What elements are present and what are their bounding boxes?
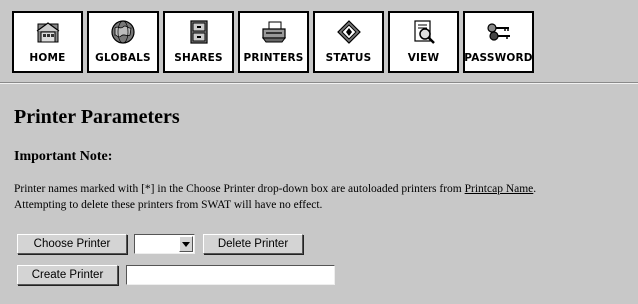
divider bbox=[0, 82, 638, 84]
nav-home-label: HOME bbox=[29, 52, 66, 64]
printcap-name-link[interactable]: Printcap Name bbox=[465, 183, 534, 195]
printer-icon bbox=[259, 18, 289, 46]
page-title: Printer Parameters bbox=[14, 106, 180, 128]
delete-printer-button[interactable]: Delete Printer bbox=[203, 234, 303, 254]
nav-globals-button[interactable]: GLOBALS bbox=[87, 11, 159, 73]
nav-view-label: VIEW bbox=[407, 52, 440, 64]
globe-icon bbox=[108, 18, 138, 46]
nav-password-button[interactable]: PASSWORD bbox=[463, 11, 534, 73]
create-printer-name-input[interactable] bbox=[126, 265, 335, 285]
nav-printers-label: PRINTERS bbox=[243, 52, 304, 64]
note-text: Printer names marked with [*] in the Cho… bbox=[14, 181, 624, 213]
diamond-icon bbox=[334, 18, 364, 46]
create-printer-button[interactable]: Create Printer bbox=[17, 265, 118, 285]
nav-home-button[interactable]: HOME bbox=[12, 11, 83, 73]
nav-bar: HOME GLOBALS SHARES PRINTERS STATUS VIEW… bbox=[12, 11, 538, 73]
nav-status-label: STATUS bbox=[325, 52, 372, 64]
nav-globals-label: GLOBALS bbox=[95, 52, 151, 64]
chevron-down-icon[interactable] bbox=[179, 236, 193, 252]
house-icon bbox=[33, 18, 63, 46]
nav-password-label: PASSWORD bbox=[464, 52, 533, 64]
nav-printers-button[interactable]: PRINTERS bbox=[238, 11, 309, 73]
note-text-part2: . bbox=[533, 183, 537, 195]
important-note-heading: Important Note: bbox=[14, 149, 113, 164]
nav-view-button[interactable]: VIEW bbox=[388, 11, 459, 73]
choose-printer-button[interactable]: Choose Printer bbox=[17, 234, 127, 254]
keys-icon bbox=[484, 18, 514, 46]
note-text-part1: Printer names marked with [*] in the Cho… bbox=[14, 183, 465, 195]
printer-select[interactable] bbox=[134, 234, 195, 254]
magnifier-icon bbox=[409, 18, 439, 46]
note-text-line2: Attempting to delete these printers from… bbox=[14, 199, 323, 211]
nav-shares-label: SHARES bbox=[174, 52, 223, 64]
cabinet-icon bbox=[184, 18, 214, 46]
nav-shares-button[interactable]: SHARES bbox=[163, 11, 234, 73]
nav-status-button[interactable]: STATUS bbox=[313, 11, 384, 73]
